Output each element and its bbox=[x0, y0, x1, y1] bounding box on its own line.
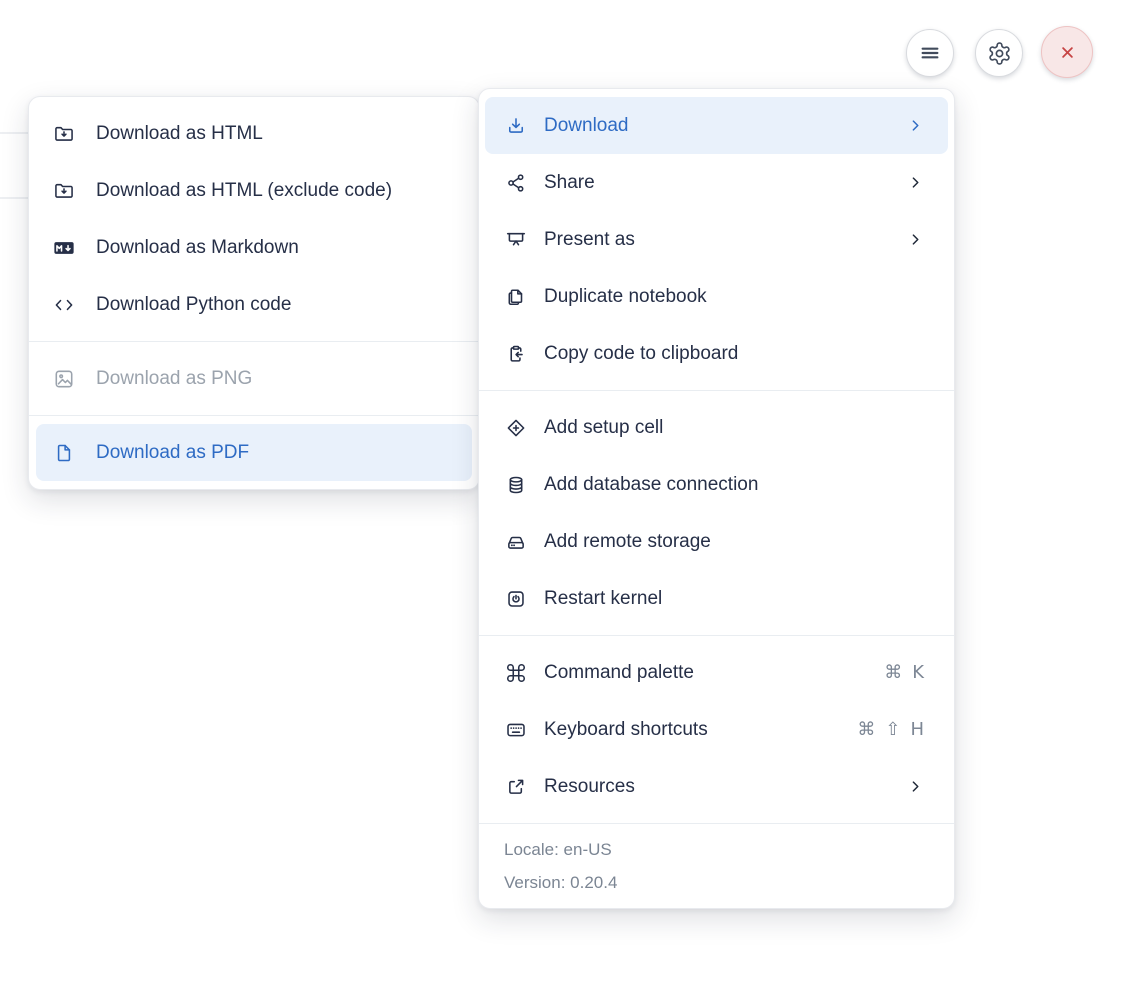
close-button[interactable] bbox=[1041, 26, 1093, 78]
menu-item-share[interactable]: Share bbox=[479, 154, 954, 211]
chevron-right-icon bbox=[907, 117, 924, 134]
background-divider bbox=[0, 197, 28, 199]
download-icon bbox=[505, 115, 527, 137]
menu-item-label: Download Python code bbox=[96, 293, 292, 315]
chevron-right-icon bbox=[907, 778, 924, 795]
notebook-menu: Download Share Present as Duplicate note… bbox=[478, 88, 955, 909]
folder-download-icon bbox=[53, 123, 75, 145]
command-icon bbox=[505, 662, 527, 684]
menu-item-label: Resources bbox=[544, 775, 635, 797]
presentation-icon bbox=[505, 229, 527, 251]
markdown-download-icon bbox=[53, 237, 75, 259]
download-submenu: Download as HTML Download as HTML (exclu… bbox=[28, 96, 480, 490]
chevron-right-icon bbox=[907, 174, 924, 191]
share-icon bbox=[505, 172, 527, 194]
menu-item-command-palette[interactable]: Command palette ⌘ K bbox=[479, 644, 954, 701]
folder-download-icon bbox=[53, 180, 75, 202]
menu-item-label: Copy code to clipboard bbox=[544, 342, 739, 364]
menu-item-label: Share bbox=[544, 171, 595, 193]
menu-item-download-as-markdown[interactable]: Download as Markdown bbox=[29, 219, 479, 276]
image-icon bbox=[53, 368, 75, 390]
menu-item-label: Download bbox=[544, 114, 629, 136]
menu-item-download-as-html[interactable]: Download as HTML bbox=[29, 105, 479, 162]
power-icon bbox=[505, 588, 527, 610]
menu-item-label: Present as bbox=[544, 228, 635, 250]
storage-drive-icon bbox=[505, 531, 527, 553]
menu-item-add-database-connection[interactable]: Add database connection bbox=[479, 456, 954, 513]
menu-item-download-python-code[interactable]: Download Python code bbox=[29, 276, 479, 333]
duplicate-icon bbox=[505, 286, 527, 308]
menu-item-keyboard-shortcuts[interactable]: Keyboard shortcuts ⌘ ⇧ H bbox=[479, 701, 954, 758]
menu-item-present-as[interactable]: Present as bbox=[479, 211, 954, 268]
menu-footer: Locale: en-US Version: 0.20.4 bbox=[479, 823, 954, 908]
background-divider bbox=[0, 132, 28, 134]
menu-item-label: Add setup cell bbox=[544, 416, 664, 438]
plus-diamond-icon bbox=[505, 417, 527, 439]
external-link-icon bbox=[505, 776, 527, 798]
keyboard-shortcut: ⌘ ⇧ H bbox=[857, 719, 924, 740]
menu-item-label: Command palette bbox=[544, 661, 694, 683]
menu-item-label: Download as Markdown bbox=[96, 236, 299, 258]
settings-button[interactable] bbox=[975, 29, 1023, 77]
menu-item-add-setup-cell[interactable]: Add setup cell bbox=[479, 399, 954, 456]
close-icon bbox=[1054, 39, 1081, 66]
keyboard-shortcut: ⌘ K bbox=[884, 662, 924, 683]
menu-item-add-remote-storage[interactable]: Add remote storage bbox=[479, 513, 954, 570]
database-icon bbox=[505, 474, 527, 496]
menu-item-label: Download as PDF bbox=[96, 441, 250, 463]
menu-item-label: Duplicate notebook bbox=[544, 285, 707, 307]
menu-item-download-as-pdf[interactable]: Download as PDF bbox=[36, 424, 472, 481]
menu-item-label: Keyboard shortcuts bbox=[544, 718, 708, 740]
menu-item-label: Download as PNG bbox=[96, 367, 253, 389]
menu-item-label: Restart kernel bbox=[544, 587, 663, 609]
chevron-right-icon bbox=[907, 231, 924, 248]
menu-item-duplicate-notebook[interactable]: Duplicate notebook bbox=[479, 268, 954, 325]
menu-item-label: Add remote storage bbox=[544, 530, 711, 552]
menu-item-download[interactable]: Download bbox=[485, 97, 948, 154]
menu-item-download-as-html-exclude-code[interactable]: Download as HTML (exclude code) bbox=[29, 162, 479, 219]
menu-item-resources[interactable]: Resources bbox=[479, 758, 954, 815]
menu-item-label: Download as HTML (exclude code) bbox=[96, 179, 393, 201]
code-icon bbox=[53, 294, 75, 316]
menu-item-restart-kernel[interactable]: Restart kernel bbox=[479, 570, 954, 627]
version-text: Version: 0.20.4 bbox=[504, 873, 618, 892]
menu-item-label: Download as HTML bbox=[96, 122, 263, 144]
menu-item-copy-code-to-clipboard[interactable]: Copy code to clipboard bbox=[479, 325, 954, 382]
clipboard-copy-icon bbox=[505, 343, 527, 365]
locale-text: Locale: en-US bbox=[504, 840, 612, 859]
hamburger-menu-button[interactable] bbox=[906, 29, 954, 77]
keyboard-icon bbox=[505, 719, 527, 741]
file-icon bbox=[53, 442, 75, 464]
menu-item-download-as-png: Download as PNG bbox=[29, 350, 479, 407]
gear-icon bbox=[987, 41, 1012, 66]
hamburger-icon bbox=[917, 40, 943, 66]
menu-item-label: Add database connection bbox=[544, 473, 759, 495]
